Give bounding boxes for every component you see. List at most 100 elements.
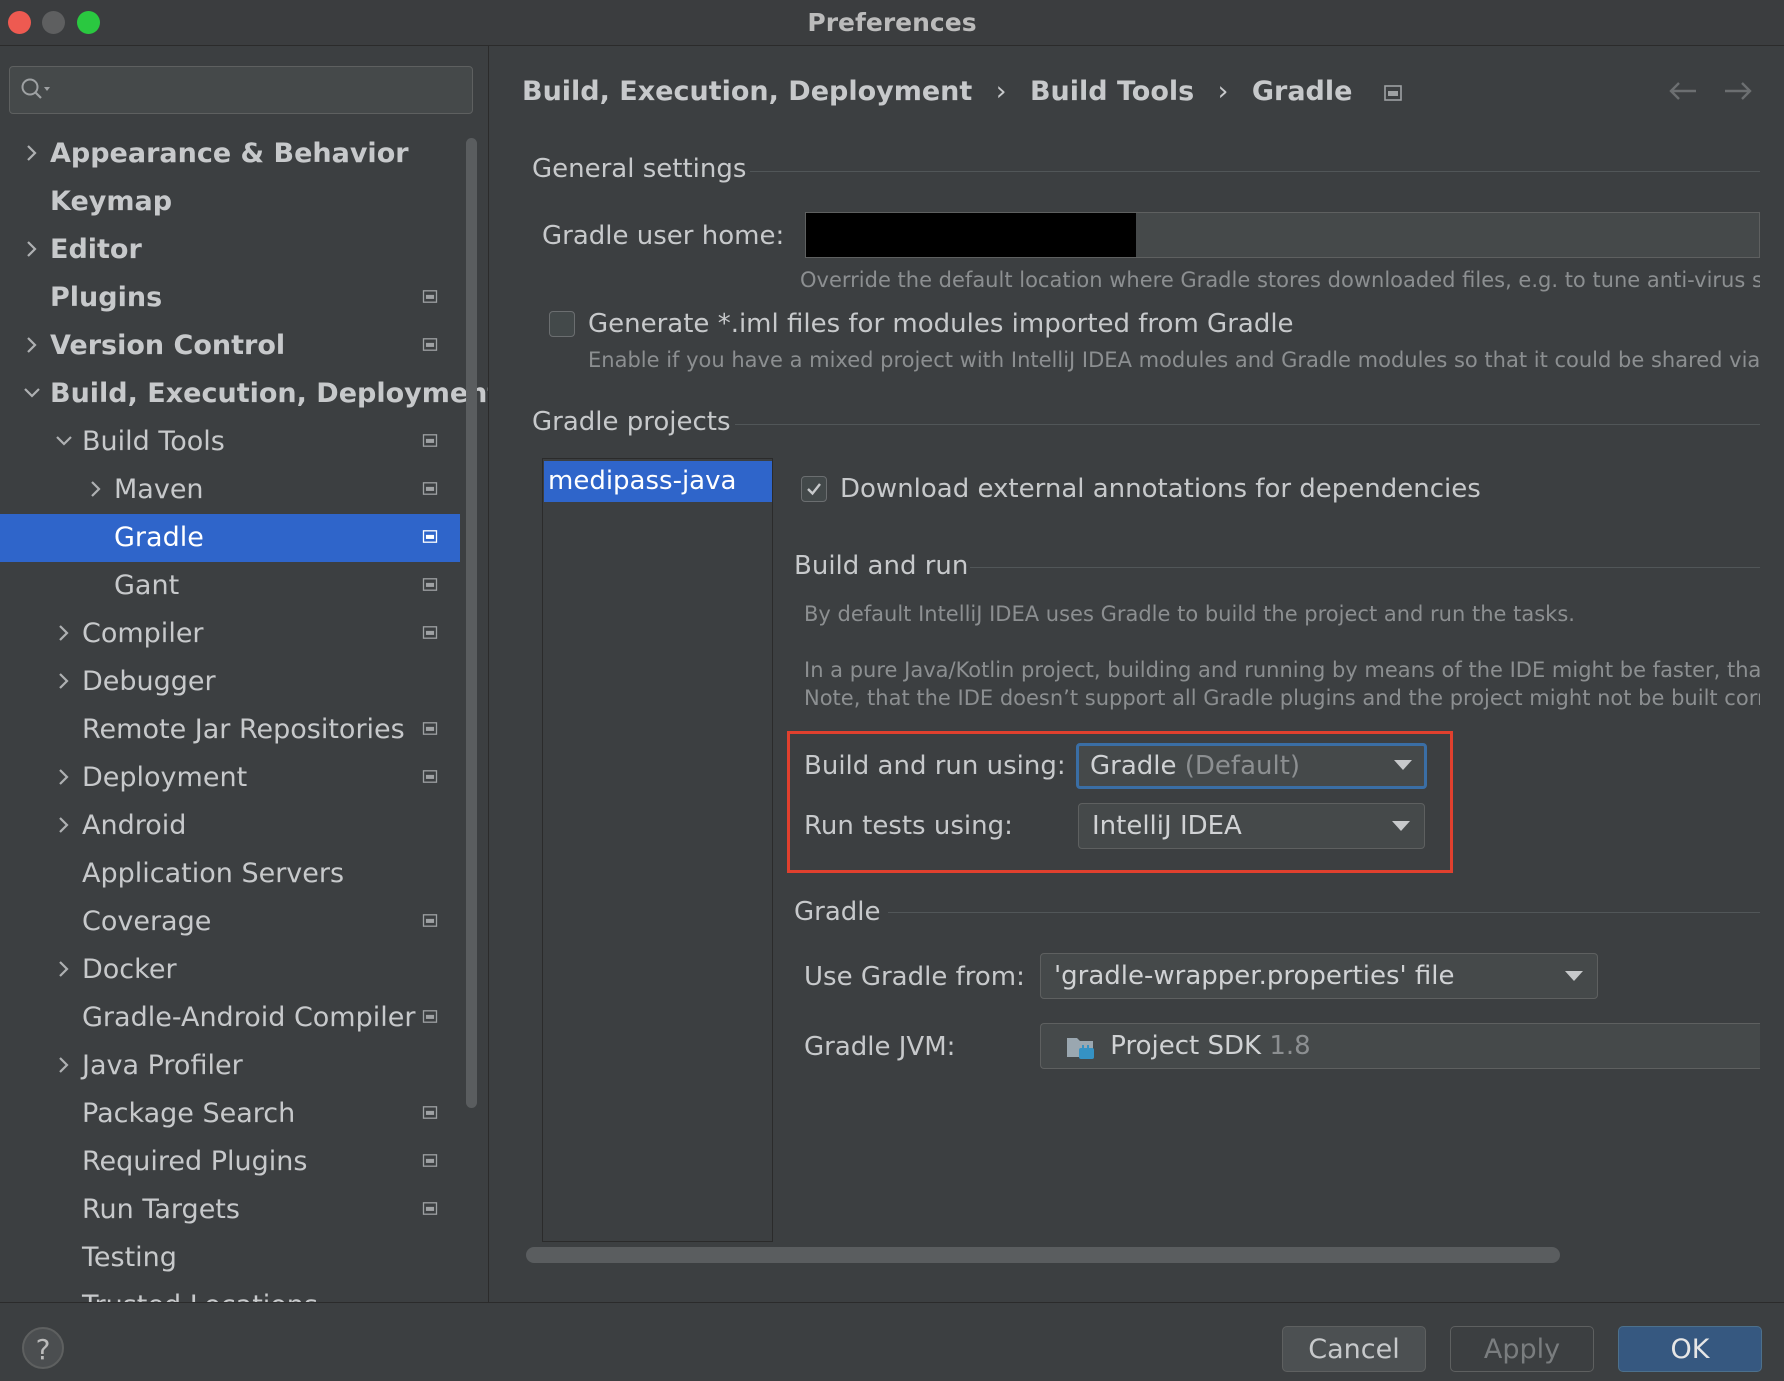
sidebar-item-label: Gradle-Android Compiler bbox=[82, 1002, 416, 1033]
generate-iml-label[interactable]: Generate *.iml files for modules importe… bbox=[588, 309, 1294, 339]
sidebar-item-run-targets[interactable]: Run Targets bbox=[0, 1186, 460, 1234]
project-level-icon bbox=[422, 626, 438, 639]
sidebar-item-compiler[interactable]: Compiler bbox=[0, 610, 460, 658]
project-level-icon bbox=[422, 338, 438, 351]
section-divider bbox=[888, 912, 1760, 913]
sidebar-item-label: Docker bbox=[82, 954, 177, 985]
sidebar-item-editor[interactable]: Editor bbox=[0, 226, 460, 274]
project-level-icon bbox=[422, 1202, 438, 1215]
chevron-down-icon[interactable] bbox=[54, 418, 74, 466]
gradle-user-home-label: Gradle user home: bbox=[542, 221, 785, 251]
chevron-right-icon[interactable] bbox=[54, 610, 74, 658]
sidebar-item-trusted-locations[interactable]: Trusted Locations bbox=[0, 1282, 460, 1302]
sidebar-item-deployment[interactable]: Deployment bbox=[0, 754, 460, 802]
sidebar-item-label: Plugins bbox=[50, 282, 163, 313]
chevron-right-icon[interactable] bbox=[54, 658, 74, 706]
title-bar: Preferences bbox=[0, 0, 1784, 46]
sidebar-item-plugins[interactable]: Plugins bbox=[0, 274, 460, 322]
sidebar-item-label: Keymap bbox=[50, 186, 173, 217]
highlight-annotation-box bbox=[787, 731, 1453, 873]
sidebar-item-android[interactable]: Android bbox=[0, 802, 460, 850]
chevron-right-icon[interactable] bbox=[22, 130, 42, 178]
sidebar-item-maven[interactable]: Maven bbox=[0, 466, 460, 514]
sidebar-item-docker[interactable]: Docker bbox=[0, 946, 460, 994]
checkmark-icon bbox=[807, 483, 821, 496]
project-level-icon bbox=[422, 530, 438, 543]
settings-search-input[interactable] bbox=[9, 66, 473, 114]
project-level-icon bbox=[422, 1106, 438, 1119]
sidebar-item-java-profiler[interactable]: Java Profiler bbox=[0, 1042, 460, 1090]
sidebar-item-appearance-behavior[interactable]: Appearance & Behavior bbox=[0, 130, 460, 178]
sidebar-item-label: Testing bbox=[82, 1242, 177, 1273]
download-annotations-checkbox[interactable] bbox=[801, 476, 827, 502]
chevron-right-icon[interactable] bbox=[22, 226, 42, 274]
gradle-section-title: Gradle bbox=[794, 897, 881, 927]
content-horizontal-scrollbar[interactable] bbox=[526, 1247, 1560, 1263]
sidebar-item-label: Deployment bbox=[82, 762, 248, 793]
sidebar-item-label: Application Servers bbox=[82, 858, 345, 889]
sidebar-item-keymap[interactable]: Keymap bbox=[0, 178, 460, 226]
apply-button[interactable]: Apply bbox=[1450, 1326, 1594, 1372]
project-level-icon bbox=[422, 434, 438, 447]
project-list-item[interactable]: medipass-java bbox=[544, 461, 772, 502]
folder-sdk-icon bbox=[1067, 1037, 1094, 1059]
chevron-right-icon[interactable] bbox=[54, 754, 74, 802]
sidebar-item-gradle[interactable]: Gradle bbox=[0, 514, 460, 562]
sidebar-item-label: Maven bbox=[114, 474, 204, 505]
general-settings-title: General settings bbox=[532, 154, 747, 184]
sidebar-item-gradle-android-compiler[interactable]: Gradle-Android Compiler bbox=[0, 994, 460, 1042]
sidebar-item-remote-jar-repositories[interactable]: Remote Jar Repositories bbox=[0, 706, 460, 754]
gradle-user-home-input[interactable] bbox=[805, 212, 1760, 258]
sidebar-item-label: Build, Execution, Deployment bbox=[50, 378, 489, 409]
build-run-description: Note, that the IDE doesn’t support all G… bbox=[804, 686, 1760, 710]
settings-sidebar: Appearance & Behavior Keymap Editor Plugins… bbox=[0, 46, 489, 1302]
sidebar-item-build-execution-deployment[interactable]: Build, Execution, Deployment bbox=[0, 370, 488, 418]
breadcrumb-item: Gradle bbox=[1251, 76, 1353, 107]
breadcrumb: Build, Execution, Deployment › Build Too… bbox=[522, 72, 1402, 112]
download-annotations-label[interactable]: Download external annotations for depend… bbox=[840, 474, 1481, 504]
sidebar-item-label: Java Profiler bbox=[82, 1050, 243, 1081]
sidebar-item-package-search[interactable]: Package Search bbox=[0, 1090, 460, 1138]
sidebar-item-label: Compiler bbox=[82, 618, 204, 649]
sidebar-item-label: Version Control bbox=[50, 330, 286, 361]
window-title: Preferences bbox=[807, 8, 977, 37]
sidebar-item-label: Appearance & Behavior bbox=[50, 138, 409, 169]
gradle-projects-list[interactable] bbox=[542, 458, 773, 1242]
sidebar-item-version-control[interactable]: Version Control bbox=[0, 322, 460, 370]
sidebar-item-label: Trusted Locations bbox=[82, 1282, 318, 1302]
breadcrumb-separator: › bbox=[995, 76, 1007, 107]
sidebar-item-application-servers[interactable]: Application Servers bbox=[0, 850, 460, 898]
chevron-right-icon[interactable] bbox=[86, 466, 106, 514]
chevron-right-icon[interactable] bbox=[54, 1042, 74, 1090]
help-button[interactable]: ? bbox=[22, 1327, 64, 1369]
cancel-button[interactable]: Cancel bbox=[1282, 1326, 1426, 1372]
sidebar-item-build-tools[interactable]: Build Tools bbox=[0, 418, 460, 466]
section-divider bbox=[750, 171, 1760, 172]
chevron-down-icon[interactable] bbox=[22, 370, 42, 418]
arrow-right-icon[interactable] bbox=[1723, 80, 1753, 102]
chevron-down-icon bbox=[1565, 971, 1583, 981]
sidebar-item-coverage[interactable]: Coverage bbox=[0, 898, 460, 946]
use-gradle-from-dropdown[interactable]: 'gradle-wrapper.properties' file bbox=[1040, 953, 1598, 999]
use-gradle-from-label: Use Gradle from: bbox=[804, 962, 1025, 992]
sidebar-item-testing[interactable]: Testing bbox=[0, 1234, 460, 1282]
generate-iml-checkbox[interactable] bbox=[549, 311, 575, 337]
project-level-icon bbox=[422, 1154, 438, 1167]
ok-button[interactable]: OK bbox=[1618, 1326, 1762, 1372]
sidebar-item-label: Gant bbox=[114, 570, 180, 601]
chevron-right-icon[interactable] bbox=[22, 322, 42, 370]
sidebar-item-gant[interactable]: Gant bbox=[0, 562, 460, 610]
breadcrumb-item[interactable]: Build Tools bbox=[1030, 76, 1194, 107]
chevron-right-icon[interactable] bbox=[54, 946, 74, 994]
sidebar-item-required-plugins[interactable]: Required Plugins bbox=[0, 1138, 460, 1186]
sidebar-scrollbar[interactable] bbox=[466, 138, 477, 1108]
gradle-jvm-dropdown[interactable]: Project SDK 1.8 bbox=[1040, 1023, 1760, 1069]
sidebar-item-label: Debugger bbox=[82, 666, 216, 697]
sidebar-item-label: Run Targets bbox=[82, 1194, 240, 1225]
chevron-right-icon[interactable] bbox=[54, 802, 74, 850]
breadcrumb-item[interactable]: Build, Execution, Deployment bbox=[522, 76, 972, 107]
build-run-description: In a pure Java/Kotlin project, building … bbox=[804, 658, 1760, 682]
arrow-left-icon[interactable] bbox=[1668, 80, 1698, 102]
gradle-user-home-hint: Override the default location where Grad… bbox=[800, 268, 1760, 292]
sidebar-item-debugger[interactable]: Debugger bbox=[0, 658, 460, 706]
